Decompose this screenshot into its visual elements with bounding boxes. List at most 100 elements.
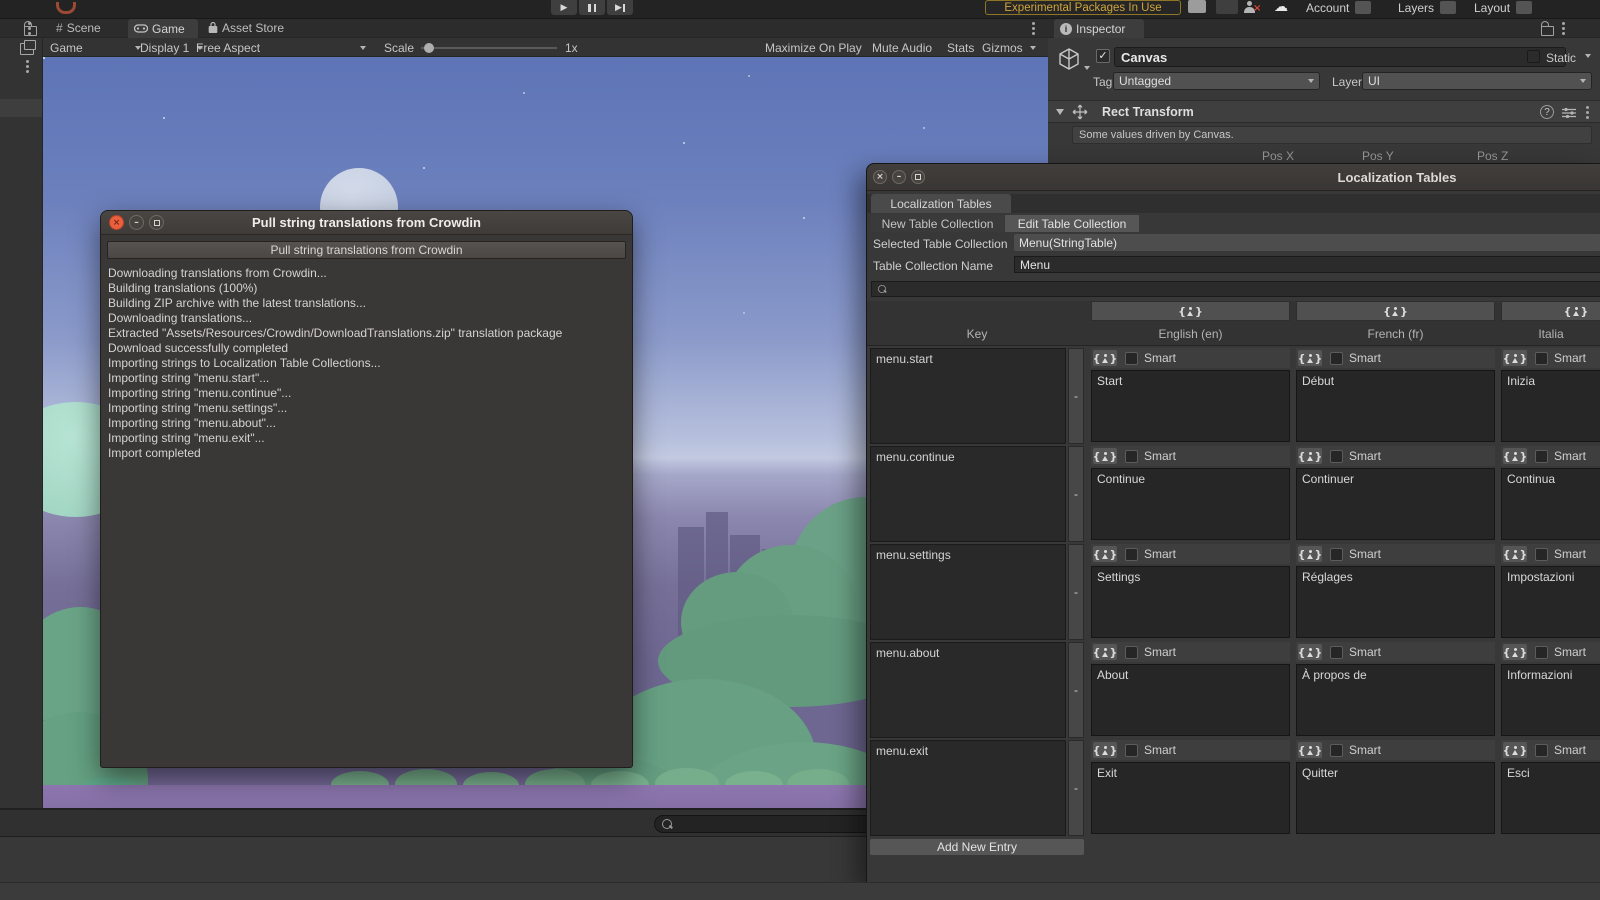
cloud-icon[interactable]: ☁ [1274, 0, 1288, 15]
remove-entry-button[interactable]: - [1068, 642, 1084, 738]
translation-input[interactable]: Inizia [1501, 370, 1600, 442]
metadata-button[interactable] [1503, 742, 1527, 758]
tag-dropdown[interactable]: Untagged [1113, 72, 1320, 90]
metadata-button[interactable] [1093, 742, 1117, 758]
smart-checkbox[interactable] [1125, 547, 1138, 561]
smart-checkbox[interactable] [1535, 351, 1548, 365]
translation-input[interactable]: Quitter [1296, 762, 1495, 834]
add-new-entry-button[interactable]: Add New Entry [870, 839, 1084, 855]
metadata-button[interactable] [1298, 644, 1322, 660]
column-header-key[interactable]: Key [870, 323, 1084, 345]
smart-checkbox[interactable] [1535, 645, 1548, 659]
column-settings-button-en[interactable] [1091, 301, 1290, 321]
metadata-button[interactable] [1093, 448, 1117, 464]
translation-input[interactable]: À propos de [1296, 664, 1495, 736]
maximize-on-play-button[interactable]: Maximize On Play [765, 40, 862, 55]
display-dropdown[interactable]: Display 1 [140, 40, 204, 55]
selected-collection-field[interactable]: Menu(StringTable) [1014, 234, 1600, 251]
inspector-lock-icon[interactable] [1541, 21, 1554, 36]
help-icon[interactable]: ? [1540, 105, 1554, 119]
tab-game[interactable]: Game [128, 19, 198, 38]
remove-entry-button[interactable]: - [1068, 446, 1084, 542]
translation-input[interactable]: About [1091, 664, 1290, 736]
new-table-collection-button[interactable]: New Table Collection [871, 215, 1004, 232]
step-button[interactable]: ▶ [607, 0, 633, 15]
account-button[interactable]: Account [1306, 0, 1392, 15]
icon-picker-arrow[interactable] [1084, 66, 1090, 70]
smart-checkbox[interactable] [1125, 351, 1138, 365]
collection-name-input[interactable]: Menu [1014, 256, 1600, 273]
left-panel-menu-icon[interactable] [28, 22, 31, 25]
smart-checkbox[interactable] [1535, 743, 1548, 757]
column-header-french[interactable]: French (fr) [1296, 323, 1495, 345]
layout-button[interactable]: Layout [1474, 0, 1560, 15]
smart-checkbox[interactable] [1330, 351, 1343, 365]
translation-input[interactable]: Réglages [1296, 566, 1495, 638]
pause-button[interactable] [579, 0, 605, 15]
key-cell[interactable]: menu.settings [870, 544, 1066, 640]
layers-button[interactable]: Layers [1398, 0, 1468, 15]
static-checkbox[interactable] [1527, 50, 1540, 63]
metadata-button[interactable] [1298, 448, 1322, 464]
close-button[interactable]: × [873, 170, 887, 184]
play-button[interactable]: ▶ [551, 0, 577, 15]
experimental-packages-button[interactable]: Experimental Packages In Use [985, 0, 1181, 15]
popout-icon[interactable] [20, 40, 36, 55]
component-menu-icon[interactable] [1586, 106, 1589, 109]
gameobject-name-field[interactable]: Canvas [1114, 47, 1566, 67]
smart-checkbox[interactable] [1330, 547, 1343, 561]
metadata-button[interactable] [1298, 546, 1322, 562]
smart-checkbox[interactable] [1535, 449, 1548, 463]
stats-button[interactable]: Stats [947, 40, 974, 55]
smart-checkbox[interactable] [1125, 743, 1138, 757]
edit-table-collection-button[interactable]: Edit Table Collection [1005, 215, 1139, 232]
static-dropdown-arrow[interactable] [1585, 54, 1591, 58]
translation-input[interactable]: Début [1296, 370, 1495, 442]
smart-checkbox[interactable] [1125, 645, 1138, 659]
column-settings-button-fr[interactable] [1296, 301, 1495, 321]
metadata-button[interactable] [1503, 546, 1527, 562]
metadata-button[interactable] [1093, 546, 1117, 562]
strip-selected-band[interactable] [0, 99, 42, 117]
metadata-button[interactable] [1503, 350, 1527, 366]
scale-slider-knob[interactable] [424, 43, 434, 53]
key-cell[interactable]: menu.exit [870, 740, 1066, 836]
key-cell[interactable]: menu.start [870, 348, 1066, 444]
gizmos-dropdown[interactable]: Gizmos [982, 40, 1036, 55]
metadata-button[interactable] [1298, 742, 1322, 758]
metadata-button[interactable] [1093, 644, 1117, 660]
smart-checkbox[interactable] [1330, 645, 1343, 659]
foldout-arrow-icon[interactable] [1056, 108, 1064, 115]
tab-scene[interactable]: # Scene [50, 19, 126, 37]
column-settings-button-it[interactable] [1501, 301, 1600, 321]
aspect-dropdown[interactable]: Free Aspect [196, 40, 366, 55]
toolbar-button[interactable] [1216, 0, 1238, 14]
translation-input[interactable]: Settings [1091, 566, 1290, 638]
translation-input[interactable]: Informazioni [1501, 664, 1600, 736]
dialog-titlebar[interactable]: × – Pull string translations from Crowdi… [101, 211, 632, 235]
column-header-italian[interactable]: Italia [1501, 323, 1600, 345]
strip-menu-icon[interactable] [26, 60, 29, 63]
translation-input[interactable]: Esci [1501, 762, 1600, 834]
smart-checkbox[interactable] [1330, 449, 1343, 463]
maximize-button[interactable] [911, 170, 925, 184]
remove-entry-button[interactable]: - [1068, 348, 1084, 444]
layer-dropdown[interactable]: UI [1362, 72, 1592, 90]
translation-input[interactable]: Continue [1091, 468, 1290, 540]
translation-input[interactable]: Continuer [1296, 468, 1495, 540]
left-panel-lock-icon[interactable] [24, 21, 38, 36]
smart-checkbox[interactable] [1330, 743, 1343, 757]
metadata-button[interactable] [1298, 350, 1322, 366]
translation-input[interactable]: Continua [1501, 468, 1600, 540]
key-cell[interactable]: menu.about [870, 642, 1066, 738]
tab-asset-store[interactable]: Asset Store [202, 19, 302, 37]
game-mode-dropdown[interactable]: Game [50, 40, 141, 55]
translation-input[interactable]: Start [1091, 370, 1290, 442]
loc-window-titlebar[interactable]: × – Localization Tables [867, 164, 1600, 191]
game-panel-menu-icon[interactable] [1032, 22, 1035, 25]
remove-entry-button[interactable]: - [1068, 740, 1084, 836]
active-checkbox[interactable]: ✓ [1096, 49, 1110, 63]
rect-transform-header[interactable]: Rect Transform ? [1048, 100, 1600, 123]
scale-slider[interactable] [421, 43, 557, 53]
dialog-action-button[interactable]: Pull string translations from Crowdin [107, 241, 626, 259]
